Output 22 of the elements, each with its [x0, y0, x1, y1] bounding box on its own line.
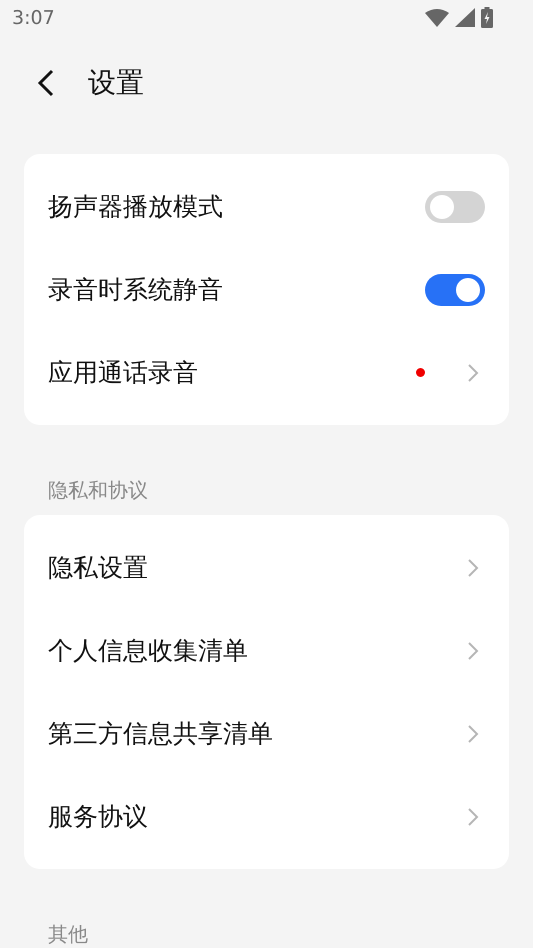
setting-label[interactable]: 服务协议	[48, 800, 467, 833]
setting-label[interactable]: 个人信息收集清单	[48, 634, 467, 667]
setting-label[interactable]: 录音时系统静音	[48, 273, 425, 306]
page-title: 设置	[88, 64, 144, 100]
battery-charging-icon	[481, 7, 493, 28]
setting-label[interactable]: 第三方信息共享清单	[48, 717, 467, 750]
chevron-right-icon	[467, 558, 479, 578]
signal-icon	[455, 8, 475, 27]
chevron-right-icon	[467, 640, 479, 660]
back-icon[interactable]	[36, 68, 56, 98]
wifi-icon	[425, 8, 449, 26]
setting-label[interactable]: 隐私设置	[48, 551, 467, 584]
setting-label[interactable]: 应用通话录音	[48, 356, 416, 389]
chevron-right-icon	[467, 362, 479, 382]
status-time: 3:07	[12, 6, 55, 28]
section-header: 其他	[48, 922, 89, 946]
section-header: 隐私和协议	[48, 478, 149, 502]
toggle-switch[interactable]	[425, 190, 485, 222]
setting-label[interactable]: 扬声器播放模式	[48, 190, 425, 223]
chevron-right-icon	[467, 806, 479, 826]
chevron-right-icon	[467, 724, 479, 744]
toggle-switch[interactable]	[425, 274, 485, 306]
